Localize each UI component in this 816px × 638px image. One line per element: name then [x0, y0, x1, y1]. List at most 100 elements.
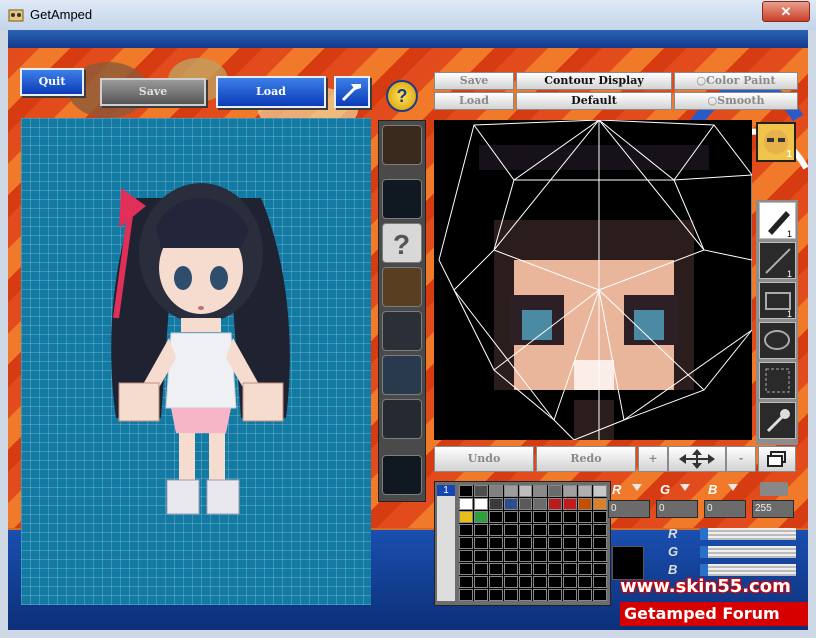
palette-swatch[interactable]: [488, 576, 503, 588]
palette-swatch[interactable]: [518, 511, 533, 523]
save-button[interactable]: Save: [100, 78, 206, 106]
palette-swatch[interactable]: [518, 550, 533, 562]
part-slot-arms[interactable]: [382, 311, 422, 351]
palette-swatch[interactable]: [563, 511, 578, 523]
ellipse-tool[interactable]: [759, 322, 796, 359]
palette-swatch[interactable]: [563, 589, 578, 601]
part-slot-body[interactable]: [382, 267, 422, 307]
palette-swatch[interactable]: [563, 576, 578, 588]
character-preview[interactable]: [21, 118, 371, 605]
layer-button[interactable]: [758, 446, 796, 472]
palette-swatch[interactable]: [563, 485, 578, 497]
palette-swatch[interactable]: [459, 485, 473, 497]
palette-swatch[interactable]: [473, 589, 488, 601]
palette-swatch[interactable]: [578, 537, 593, 549]
palette-swatch[interactable]: [488, 485, 503, 497]
palette-swatch[interactable]: [459, 524, 473, 536]
part-slot-face[interactable]: [382, 179, 422, 219]
palette-swatch[interactable]: [533, 589, 548, 601]
palette-swatch[interactable]: [578, 511, 593, 523]
palette-swatch[interactable]: [473, 563, 488, 575]
palette-swatch[interactable]: [548, 537, 563, 549]
part-slot-unknown[interactable]: ?: [382, 223, 422, 263]
load-button[interactable]: Load: [216, 76, 326, 108]
smooth-option[interactable]: ○Smooth: [674, 92, 798, 110]
palette-swatch[interactable]: [488, 563, 503, 575]
help-button[interactable]: ?: [386, 80, 418, 112]
palette-swatch[interactable]: [459, 589, 473, 601]
palette-swatch[interactable]: [459, 576, 473, 588]
redo-button[interactable]: Redo: [536, 446, 636, 472]
palette-swatch[interactable]: [503, 550, 518, 562]
palette-swatch[interactable]: [473, 498, 488, 510]
palette-swatch[interactable]: [548, 589, 563, 601]
palette-swatch[interactable]: [593, 589, 607, 601]
palette-swatch[interactable]: [503, 524, 518, 536]
select-tool[interactable]: [759, 362, 796, 399]
rectangle-tool[interactable]: 1: [759, 282, 796, 319]
r-value-field[interactable]: 0: [608, 500, 650, 518]
palette-swatch[interactable]: [488, 550, 503, 562]
palette-swatch[interactable]: [578, 485, 593, 497]
palette-swatch[interactable]: [533, 550, 548, 562]
quit-button[interactable]: Quit: [20, 68, 84, 96]
color-palette-grid[interactable]: [459, 485, 607, 601]
part-slot-legs[interactable]: [382, 355, 422, 395]
palette-swatch[interactable]: [548, 563, 563, 575]
palette-swatch[interactable]: [488, 537, 503, 549]
r-dropdown-icon[interactable]: [632, 484, 642, 491]
editor-load-button[interactable]: Load: [434, 92, 514, 110]
line-tool[interactable]: 1: [759, 242, 796, 279]
alpha-dropdown[interactable]: [760, 482, 788, 496]
palette-swatch[interactable]: [593, 563, 607, 575]
palette-swatch[interactable]: [533, 498, 548, 510]
palette-swatch[interactable]: [503, 576, 518, 588]
undo-button[interactable]: Undo: [434, 446, 534, 472]
palette-swatch[interactable]: [563, 550, 578, 562]
palette-swatch[interactable]: [593, 576, 607, 588]
palette-swatch[interactable]: [533, 576, 548, 588]
g-value-field[interactable]: 0: [656, 500, 698, 518]
face-preview-slot[interactable]: 1: [756, 122, 796, 162]
palette-swatch[interactable]: [488, 589, 503, 601]
g-slider[interactable]: [700, 546, 796, 558]
close-button[interactable]: ✕: [762, 1, 810, 22]
palette-swatch[interactable]: [593, 537, 607, 549]
palette-swatch[interactable]: [518, 589, 533, 601]
pen-tool[interactable]: 1: [759, 202, 796, 239]
palette-swatch[interactable]: [548, 485, 563, 497]
palette-swatch[interactable]: [593, 498, 607, 510]
b-slider[interactable]: [700, 564, 796, 576]
palette-swatch[interactable]: [459, 563, 473, 575]
palette-swatch[interactable]: [548, 511, 563, 523]
zoom-out-button[interactable]: -: [726, 446, 756, 472]
palette-swatch[interactable]: [563, 524, 578, 536]
palette-swatch[interactable]: [473, 511, 488, 523]
palette-page-strip[interactable]: 1: [437, 485, 455, 601]
tool-pick-button[interactable]: [334, 76, 370, 108]
palette-swatch[interactable]: [488, 511, 503, 523]
palette-swatch[interactable]: [533, 537, 548, 549]
palette-swatch[interactable]: [578, 498, 593, 510]
palette-swatch[interactable]: [548, 498, 563, 510]
default-button[interactable]: Default: [516, 92, 672, 110]
palette-swatch[interactable]: [503, 589, 518, 601]
palette-swatch[interactable]: [518, 537, 533, 549]
palette-swatch[interactable]: [578, 524, 593, 536]
palette-swatch[interactable]: [563, 498, 578, 510]
palette-swatch[interactable]: [473, 485, 488, 497]
texture-editor-canvas[interactable]: [434, 119, 753, 441]
b-dropdown-icon[interactable]: [728, 484, 738, 491]
palette-swatch[interactable]: [503, 563, 518, 575]
palette-swatch[interactable]: [548, 524, 563, 536]
palette-swatch[interactable]: [488, 524, 503, 536]
palette-swatch[interactable]: [578, 550, 593, 562]
palette-swatch[interactable]: [459, 537, 473, 549]
palette-swatch[interactable]: [459, 498, 473, 510]
palette-swatch[interactable]: [548, 550, 563, 562]
palette-swatch[interactable]: [473, 550, 488, 562]
palette-swatch[interactable]: [518, 576, 533, 588]
zoom-in-button[interactable]: +: [638, 446, 668, 472]
move-button[interactable]: [668, 446, 726, 472]
palette-swatch[interactable]: [563, 563, 578, 575]
